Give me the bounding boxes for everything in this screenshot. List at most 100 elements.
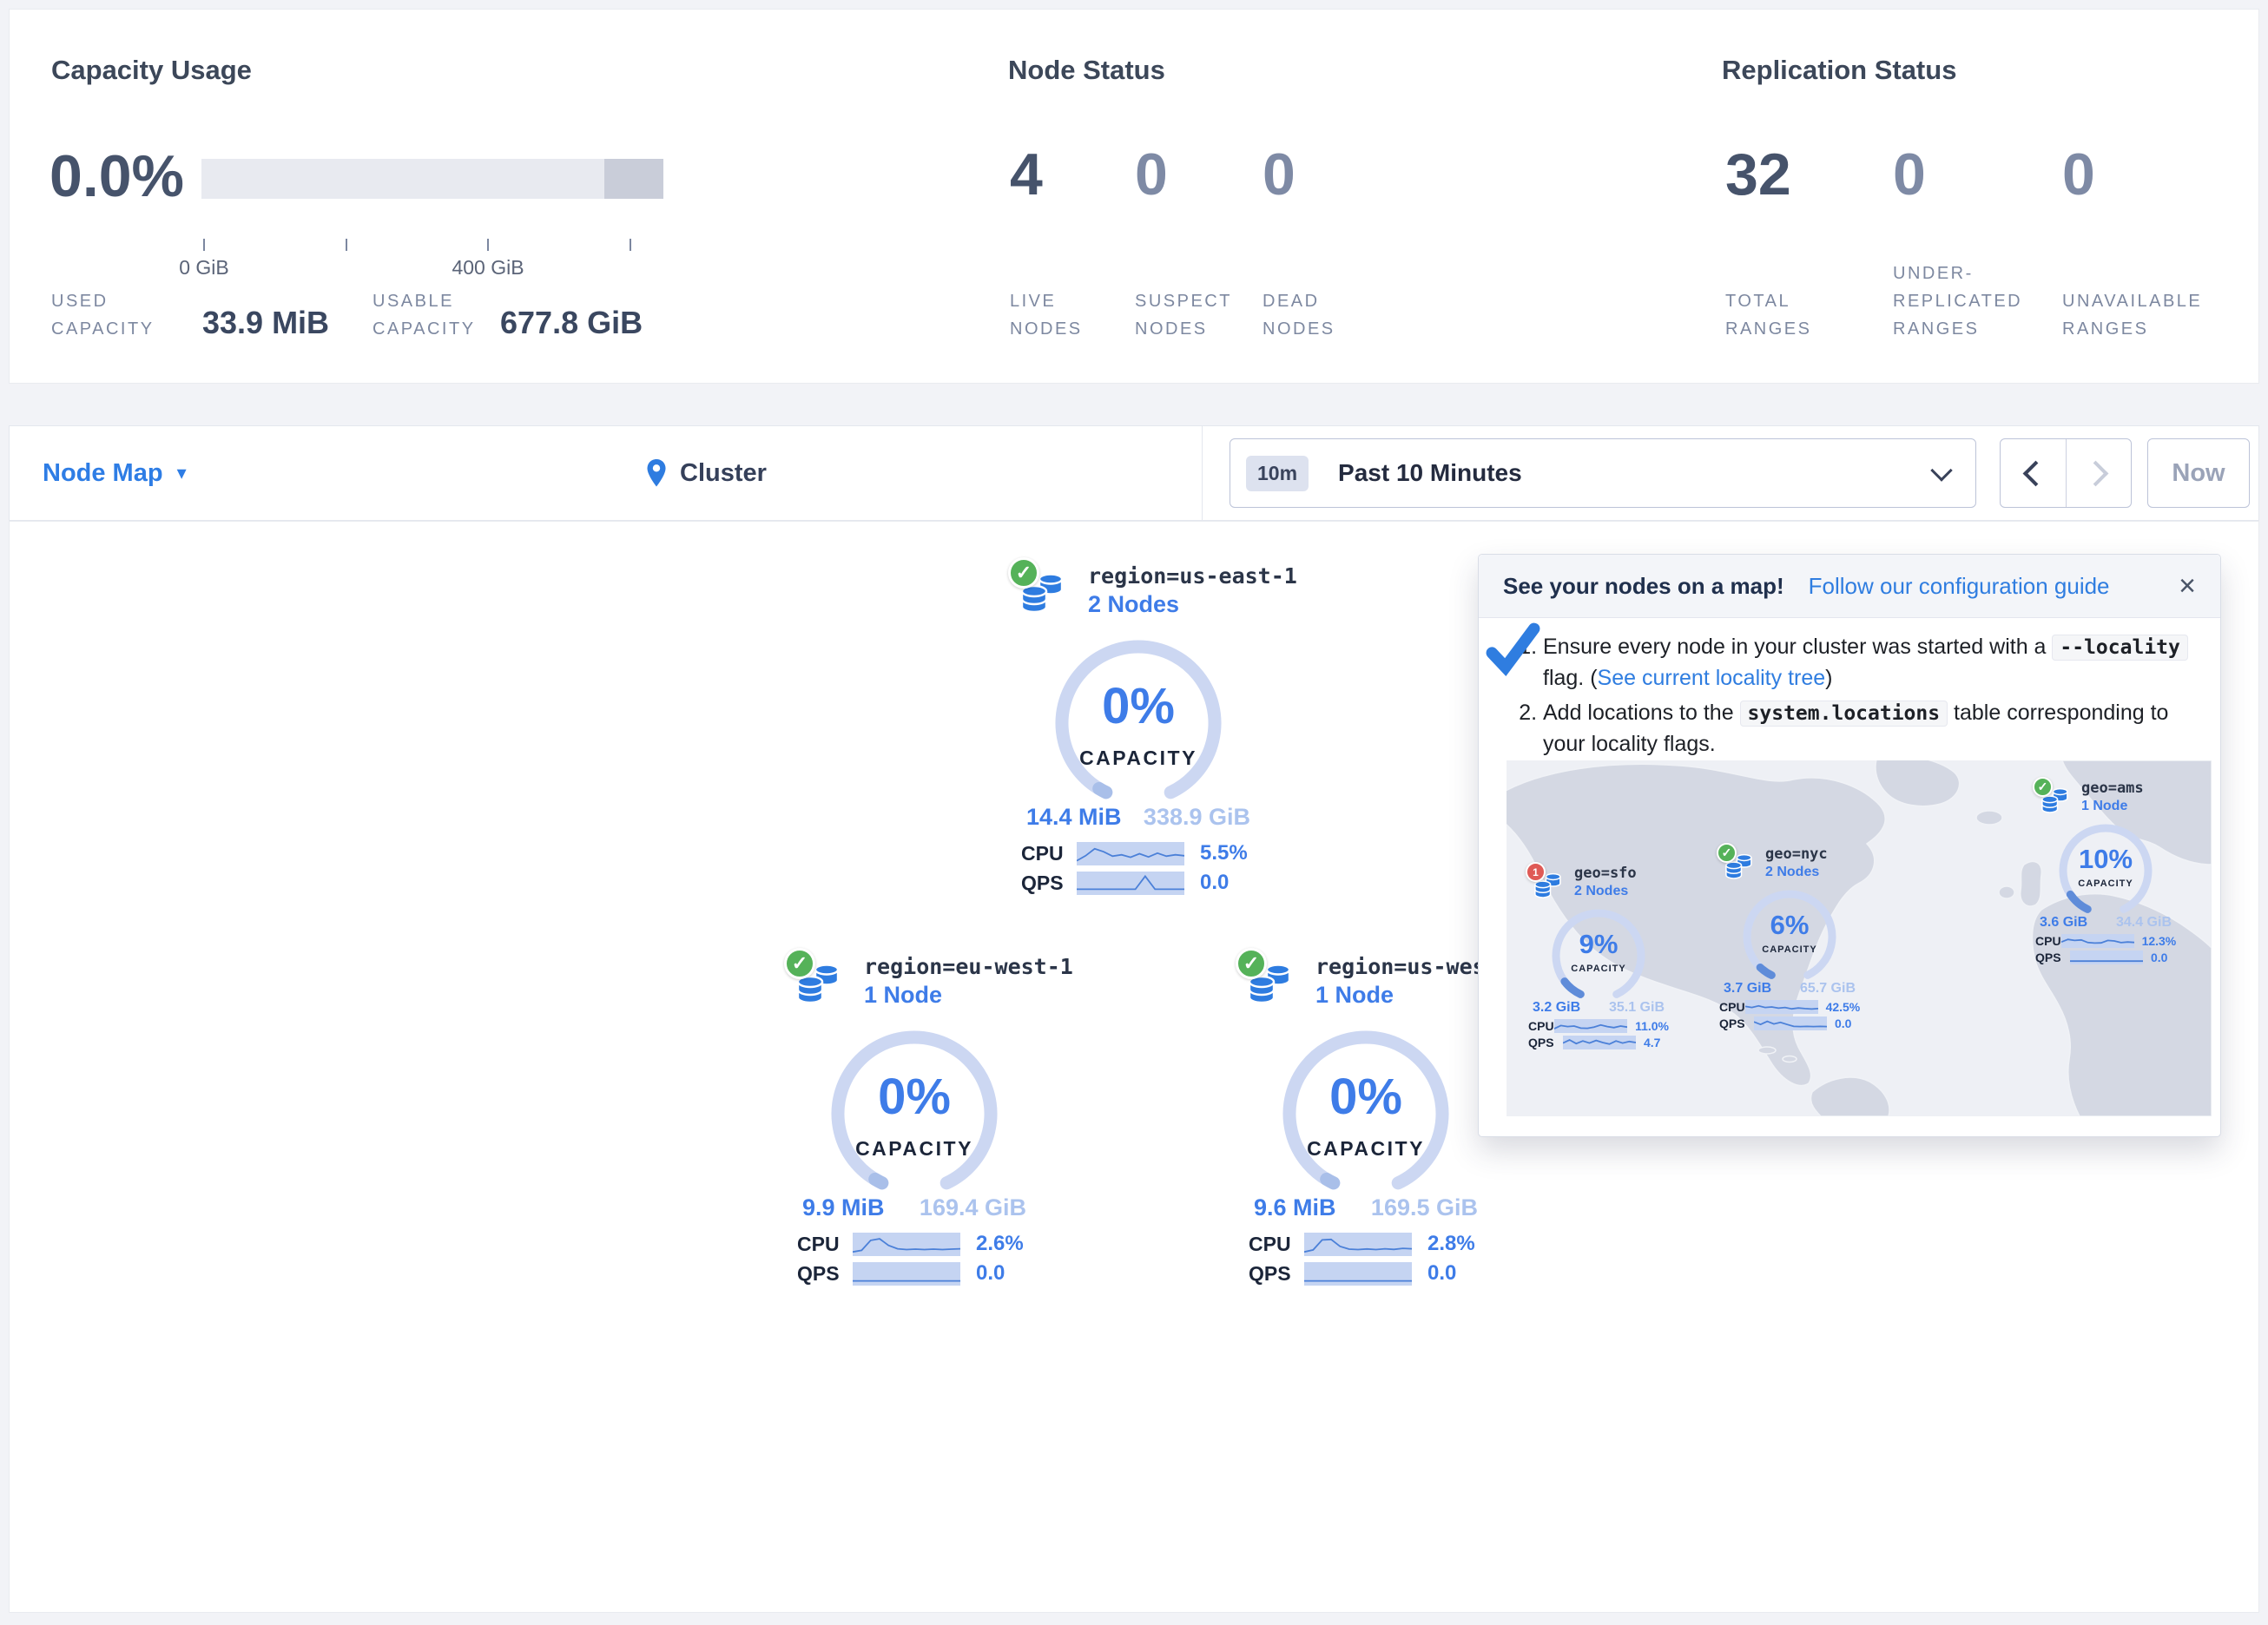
region-name: geo=nyc [1765,845,1828,863]
time-range-label: Past 10 Minutes [1338,459,1522,487]
mini-region-card-geo-ams: ✓ geo=ams 1 Node 10% CAPACITY 3.6 GiB 34… [2029,780,2182,967]
total-ranges-label: TOTAL RANGES [1725,287,1834,343]
qps-value: 0.0 [1200,871,1229,895]
used-capacity: 14.4 MiB [1026,804,1122,831]
live-nodes-label: LIVE NODES [1010,287,1114,343]
dead-nodes-label: DEAD NODES [1263,287,1367,343]
map-pin-icon [645,458,668,488]
dead-nodes-count: 0 [1263,145,1296,204]
used-capacity: 9.6 MiB [1254,1194,1336,1221]
capacity-caption: CAPACITY [1738,944,1841,955]
capacity-bar-reserved-segment [604,159,663,199]
replication-status-title: Replication Status [1722,55,1956,86]
capacity-percent: 0% [1275,1068,1457,1126]
total-capacity: 169.5 GiB [1371,1194,1478,1221]
capacity-percent: 0% [823,1068,1005,1126]
chevron-down-icon [1930,459,1952,481]
suspect-nodes-label: SUSPECT NODES [1135,287,1248,343]
under-replicated-count: 0 [1893,145,1926,204]
locality-flag-code: --locality [2052,635,2187,661]
node-status-title: Node Status [1008,55,1165,86]
region-node-count: 2 Nodes [1765,865,1828,880]
cpu-row: CPU 2.6% [797,1232,1032,1256]
popup-header: See your nodes on a map! Follow our conf… [1479,555,2220,618]
chevron-right-icon [2083,460,2109,486]
qps-sparkline [2070,951,2143,964]
total-capacity: 169.4 GiB [920,1194,1026,1221]
live-nodes-count: 4 [1010,145,1043,204]
status-alert-badge: 1 [1526,862,1546,882]
cpu-sparkline [1077,842,1184,865]
breadcrumb[interactable]: Cluster [645,426,767,520]
mini-region-card-geo-sfo: 1 geo=sfo 2 Nodes 9% CAPACITY 3.2 GiB 35… [1522,865,1675,1052]
qps-sparkline [853,1262,960,1286]
total-capacity: 338.9 GiB [1144,804,1250,831]
qps-value: 0.0 [2151,951,2167,964]
step-text: Add locations to the [1543,701,1740,725]
close-icon[interactable]: × [2179,571,2196,601]
region-name: geo=ams [2081,780,2144,797]
qps-row: QPS 0.0 [1021,871,1256,895]
popup-title: See your nodes on a map! [1503,573,1784,600]
capacity-caption: CAPACITY [823,1137,1005,1161]
qps-row: QPS 0.0 [1249,1261,1483,1286]
region-card-us-east-1[interactable]: ✓ region=us-east-1 2 Nodes 0% CAPACITY 1… [999,561,1277,900]
qps-value: 0.0 [1835,1016,1851,1030]
status-ok-badge: ✓ [1008,557,1039,589]
now-button[interactable]: Now [2147,438,2250,508]
view-selector-dropdown[interactable]: Node Map ▾ [43,426,187,520]
capacity-percent: 0.0% [49,147,184,206]
qps-label: QPS [797,1262,853,1286]
qps-value: 0.0 [976,1261,1005,1286]
instruction-step-1: Ensure every node in your cluster was st… [1543,632,2194,694]
node-map-page: Capacity Usage 0.0% 0 GiB 400 GiB USED C… [0,0,2268,1625]
used-capacity: 9.9 MiB [802,1194,885,1221]
time-prev-button[interactable] [2001,439,2066,507]
configuration-guide-link[interactable]: Follow our configuration guide [1809,573,2110,600]
unavailable-label: UNAVAILABLE RANGES [2062,287,2245,343]
cpu-sparkline [1745,1000,1818,1014]
region-header: ✓ region=eu-west-1 1 Node [784,951,1053,1017]
under-replicated-label: UNDER-REPLICATED RANGES [1893,260,2054,343]
axis-tick [630,239,631,251]
region-card-eu-west-1[interactable]: ✓ region=eu-west-1 1 Node 0% CAPACITY 9.… [775,951,1053,1291]
chevron-left-icon [2022,460,2048,486]
used-capacity-value: 33.9 MiB [202,305,329,341]
region-header: ✓ region=us-west-1 1 Node [1236,951,1505,1017]
qps-sparkline [1563,1036,1636,1049]
time-range-dropdown[interactable]: 10m Past 10 Minutes [1230,438,1976,508]
locality-config-popup: See your nodes on a map! Follow our conf… [1478,554,2221,1137]
cpu-row: CPU 2.8% [1249,1232,1483,1256]
view-toolbar: Node Map ▾ Cluster 10m Past 10 Minutes N… [9,425,2259,521]
time-range-badge: 10m [1246,456,1309,491]
system-locations-code: system.locations [1740,701,1948,727]
region-card-us-west-1[interactable]: ✓ region=us-west-1 1 Node 0% CAPACITY 9.… [1227,951,1505,1291]
axis-tick-label-0: 0 GiB [152,256,256,280]
capacity-caption: CAPACITY [1275,1137,1457,1161]
region-node-count: 1 Node [2081,799,2144,814]
cpu-value: 42.5% [1826,1000,1861,1014]
capacity-usage-title: Capacity Usage [51,55,252,86]
cpu-row: CPU 5.5% [1021,841,1256,865]
cluster-summary-bar: Capacity Usage 0.0% 0 GiB 400 GiB USED C… [9,9,2259,384]
chevron-down-icon: ▾ [177,462,187,484]
qps-label: QPS [1719,1016,1754,1030]
cpu-label: CPU [1249,1233,1304,1256]
locality-tree-link[interactable]: See current locality tree [1598,666,1826,690]
capacity-percent: 0% [1047,677,1230,735]
region-name: region=us-east-1 [1088,563,1297,589]
status-ok-badge: ✓ [1236,948,1267,979]
region-node-count: 1 Node [864,982,1073,1009]
time-next-button[interactable] [2066,439,2132,507]
capacity-caption: CAPACITY [1547,964,1650,974]
region-node-count: 2 Nodes [1574,884,1637,899]
cpu-value: 5.5% [1200,841,1248,865]
qps-row: QPS 0.0 [797,1261,1032,1286]
capacity-caption: CAPACITY [1047,747,1230,770]
qps-sparkline [1077,872,1184,895]
suspect-nodes-count: 0 [1135,145,1168,204]
cpu-sparkline [1304,1233,1412,1256]
axis-tick [346,239,347,251]
cpu-label: CPU [1021,842,1077,865]
capacity-percent: 9% [1547,929,1650,960]
